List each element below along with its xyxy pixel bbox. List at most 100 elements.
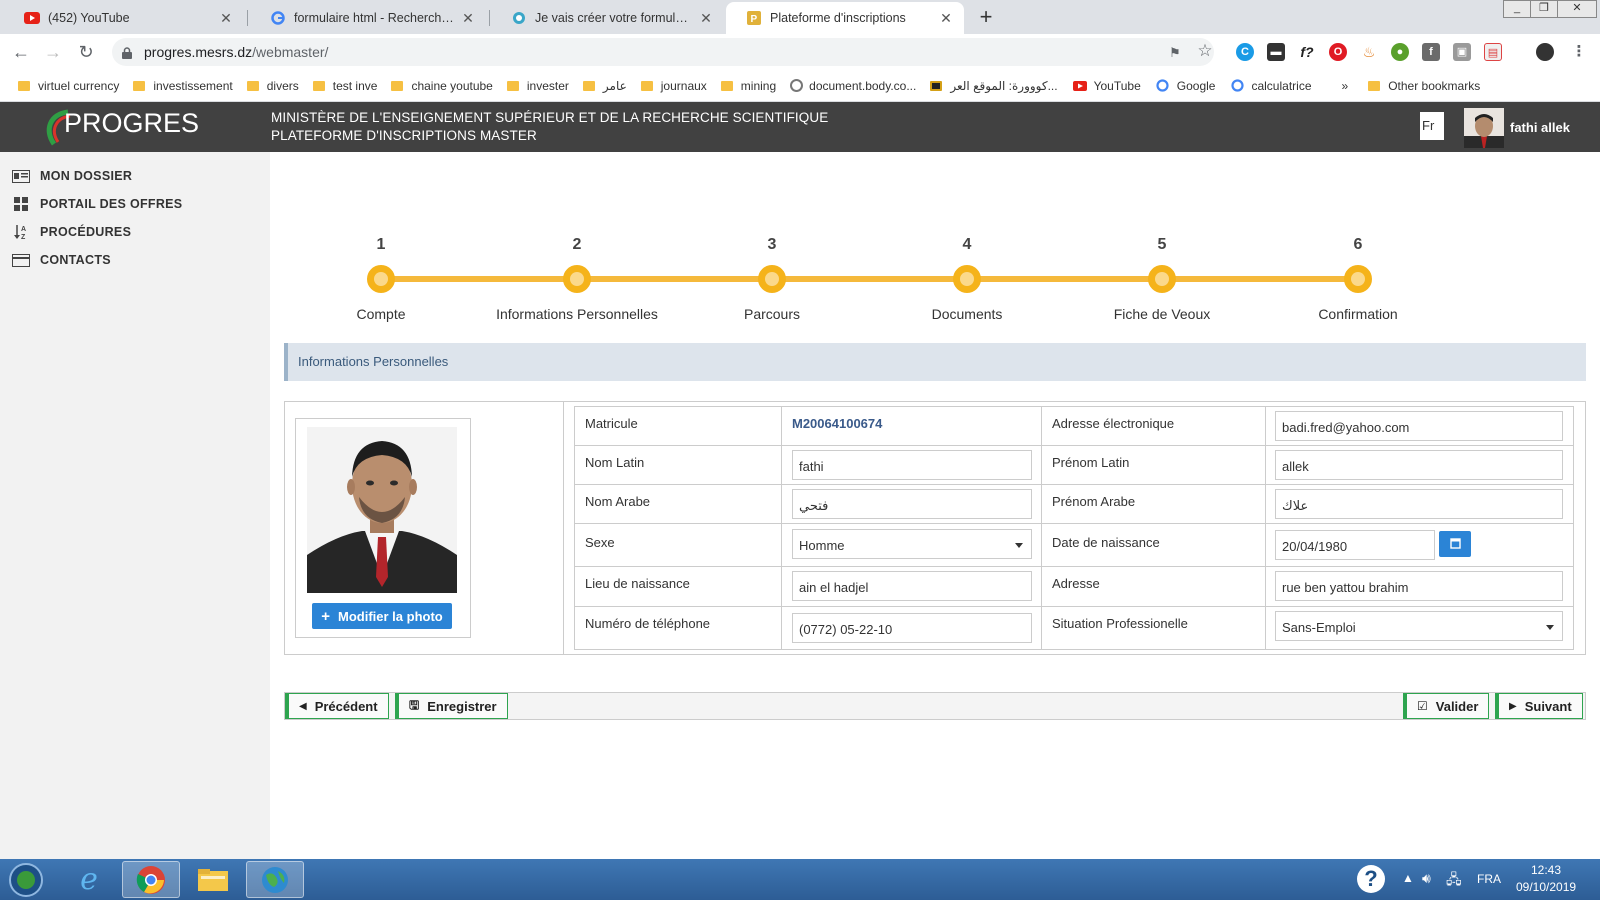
extension-fx-icon[interactable]: f? bbox=[1298, 43, 1316, 61]
network-icon[interactable]: 🖧 bbox=[1446, 869, 1462, 893]
form-row: Nom Arabe فتحي Prénom Arabe علاك bbox=[575, 485, 1573, 524]
bookmark-folder[interactable]: invester bbox=[506, 79, 569, 93]
save-button[interactable]: 🖫 Enregistrer bbox=[395, 693, 508, 719]
translate-icon[interactable]: ⚑ bbox=[1166, 44, 1184, 62]
avatar[interactable] bbox=[1464, 108, 1504, 148]
tab-google-search[interactable]: formulaire html - Recherche Goo ✕ bbox=[250, 2, 486, 34]
extension-globe-icon[interactable]: ● bbox=[1391, 43, 1409, 61]
extension-pdf-icon[interactable]: ▤ bbox=[1484, 43, 1502, 61]
bookmark-link[interactable]: calculatrice bbox=[1229, 78, 1312, 94]
input-language[interactable]: FRA bbox=[1477, 872, 1501, 886]
close-icon[interactable]: ✕ bbox=[698, 10, 714, 27]
modify-photo-button[interactable]: + Modifier la photo bbox=[312, 603, 452, 629]
lieu-naissance-field[interactable]: ain el hadjel bbox=[792, 571, 1032, 601]
forward-arrow-icon[interactable]: → bbox=[42, 42, 64, 64]
chrome-button[interactable] bbox=[122, 861, 180, 898]
bookmark-folder[interactable]: divers bbox=[246, 79, 299, 93]
caret-left-icon: ◀ bbox=[299, 700, 307, 712]
prenom-latin-field[interactable]: allek bbox=[1275, 450, 1563, 480]
help-icon[interactable]: ? bbox=[1357, 865, 1385, 893]
clock-date[interactable]: 09/10/2019 bbox=[1516, 880, 1576, 894]
bookmark-folder[interactable]: chaine youtube bbox=[391, 79, 493, 93]
sidebar-item-contacts[interactable]: CONTACTS bbox=[12, 253, 111, 267]
sidebar-item-portail-des-offres[interactable]: PORTAIL DES OFFRES bbox=[12, 197, 182, 211]
bookmark-link[interactable]: document.body.co... bbox=[790, 79, 916, 93]
back-arrow-icon[interactable]: ← bbox=[10, 42, 32, 64]
extension-terminal-icon[interactable]: ▬ bbox=[1267, 43, 1285, 61]
prenom-arabe-field[interactable]: علاك bbox=[1275, 489, 1563, 519]
reload-icon[interactable]: ↻ bbox=[75, 42, 97, 64]
logo-text: PROGRES bbox=[64, 108, 200, 138]
new-tab-button[interactable]: + bbox=[972, 6, 1000, 30]
extension-puzzle-icon[interactable]: ▣ bbox=[1453, 43, 1471, 61]
progres-logo[interactable]: PROGRES bbox=[42, 106, 199, 148]
folder-icon bbox=[312, 80, 325, 91]
step-dot[interactable] bbox=[1344, 265, 1372, 293]
bookmarks-overflow-button[interactable]: » bbox=[1342, 79, 1349, 93]
bookmark-link[interactable]: Google bbox=[1155, 78, 1215, 94]
section-title: Informations Personnelles bbox=[284, 343, 1586, 381]
close-icon[interactable]: ✕ bbox=[460, 10, 476, 27]
address-bar[interactable]: progres.mesrs.dz/webmaster/ bbox=[112, 38, 1214, 66]
profile-photo bbox=[307, 427, 457, 593]
step-dot[interactable] bbox=[758, 265, 786, 293]
step-dot[interactable] bbox=[563, 265, 591, 293]
date-naissance-field[interactable]: 20/04/1980 bbox=[1275, 530, 1435, 560]
volume-icon[interactable]: 🔊︎ bbox=[1422, 870, 1431, 887]
menu-dots-icon[interactable]: ⋮ bbox=[1570, 43, 1588, 61]
close-icon[interactable]: ✕ bbox=[938, 10, 954, 27]
nom-latin-field[interactable]: fathi bbox=[792, 450, 1032, 480]
browser-tab-strip: (452) YouTube ✕ formulaire html - Recher… bbox=[0, 0, 1600, 34]
nom-arabe-field[interactable]: فتحي bbox=[792, 489, 1032, 519]
bookmark-folder[interactable]: journaux bbox=[640, 78, 707, 93]
tab-plateforme[interactable]: P Plateforme d'inscriptions ✕ bbox=[726, 2, 964, 34]
other-bookmarks-folder[interactable]: Other bookmarks bbox=[1368, 79, 1480, 93]
chrome-icon bbox=[136, 865, 165, 894]
next-button[interactable]: ▶ Suivant bbox=[1495, 693, 1583, 719]
previous-button[interactable]: ◀ Précédent bbox=[285, 693, 389, 719]
situation-select[interactable]: Sans-Emploi bbox=[1275, 611, 1563, 641]
window-close-icon[interactable]: ✕ bbox=[1557, 0, 1597, 18]
clock-time[interactable]: 12:43 bbox=[1531, 863, 1561, 877]
tab-youtube[interactable]: (452) YouTube ✕ bbox=[4, 2, 244, 34]
bookmark-folder[interactable]: عامر bbox=[582, 79, 627, 93]
tab-fiverr[interactable]: Je vais créer votre formulaire htm ✕ bbox=[491, 2, 724, 34]
language-selector[interactable]: Fr bbox=[1420, 112, 1444, 140]
bookmark-folder[interactable]: virtuel currency bbox=[18, 79, 119, 93]
calendar-button[interactable] bbox=[1439, 531, 1471, 557]
bookmark-folder[interactable]: mining bbox=[720, 79, 776, 93]
folder-list-icon bbox=[12, 169, 30, 183]
bookmark-link[interactable]: YouTube bbox=[1072, 78, 1141, 94]
bookmark-link[interactable]: كووورة: الموقع العر... bbox=[930, 79, 1058, 93]
step-dot[interactable] bbox=[1148, 265, 1176, 293]
profile-icon[interactable] bbox=[1536, 43, 1554, 61]
restore-icon[interactable]: ❐ bbox=[1530, 0, 1558, 18]
extension-java-icon[interactable]: ♨ bbox=[1360, 43, 1378, 61]
validate-button[interactable]: ☑ Valider bbox=[1403, 693, 1490, 719]
bookmark-folder[interactable]: test inve bbox=[312, 79, 377, 93]
extension-opera-icon[interactable]: O bbox=[1329, 43, 1347, 61]
internet-explorer-button[interactable]: e bbox=[60, 861, 118, 898]
minimize-icon[interactable]: _ bbox=[1503, 0, 1531, 18]
step-dot[interactable] bbox=[953, 265, 981, 293]
nom-latin-label: Nom Latin bbox=[585, 455, 645, 470]
sexe-select[interactable]: Homme bbox=[792, 529, 1032, 559]
bookmark-folder[interactable]: investissement bbox=[133, 79, 233, 93]
email-field[interactable]: badi.fred@yahoo.com bbox=[1275, 411, 1563, 441]
sidebar-item-procedures[interactable]: AZ PROCÉDURES bbox=[12, 225, 131, 240]
star-icon[interactable]: ☆ bbox=[1196, 42, 1214, 60]
sidebar-item-mon-dossier[interactable]: MON DOSSIER bbox=[12, 169, 132, 183]
telephone-field[interactable]: (0772) 05-22-10 bbox=[792, 613, 1032, 643]
matricule-label: Matricule bbox=[585, 416, 638, 431]
adresse-field[interactable]: rue ben yattou brahim bbox=[1275, 571, 1563, 601]
user-name[interactable]: fathi allek bbox=[1510, 120, 1570, 135]
step-dot[interactable] bbox=[367, 265, 395, 293]
app-globe-button[interactable] bbox=[246, 861, 304, 898]
file-explorer-button[interactable] bbox=[184, 861, 242, 898]
tray-expand-icon[interactable]: ▲ bbox=[1402, 871, 1414, 885]
extension-c-icon[interactable]: C bbox=[1236, 43, 1254, 61]
close-icon[interactable]: ✕ bbox=[218, 10, 234, 27]
start-button[interactable] bbox=[0, 861, 52, 898]
bookmark-label: journaux bbox=[660, 78, 707, 93]
extension-facebook-icon[interactable]: f bbox=[1422, 43, 1440, 61]
